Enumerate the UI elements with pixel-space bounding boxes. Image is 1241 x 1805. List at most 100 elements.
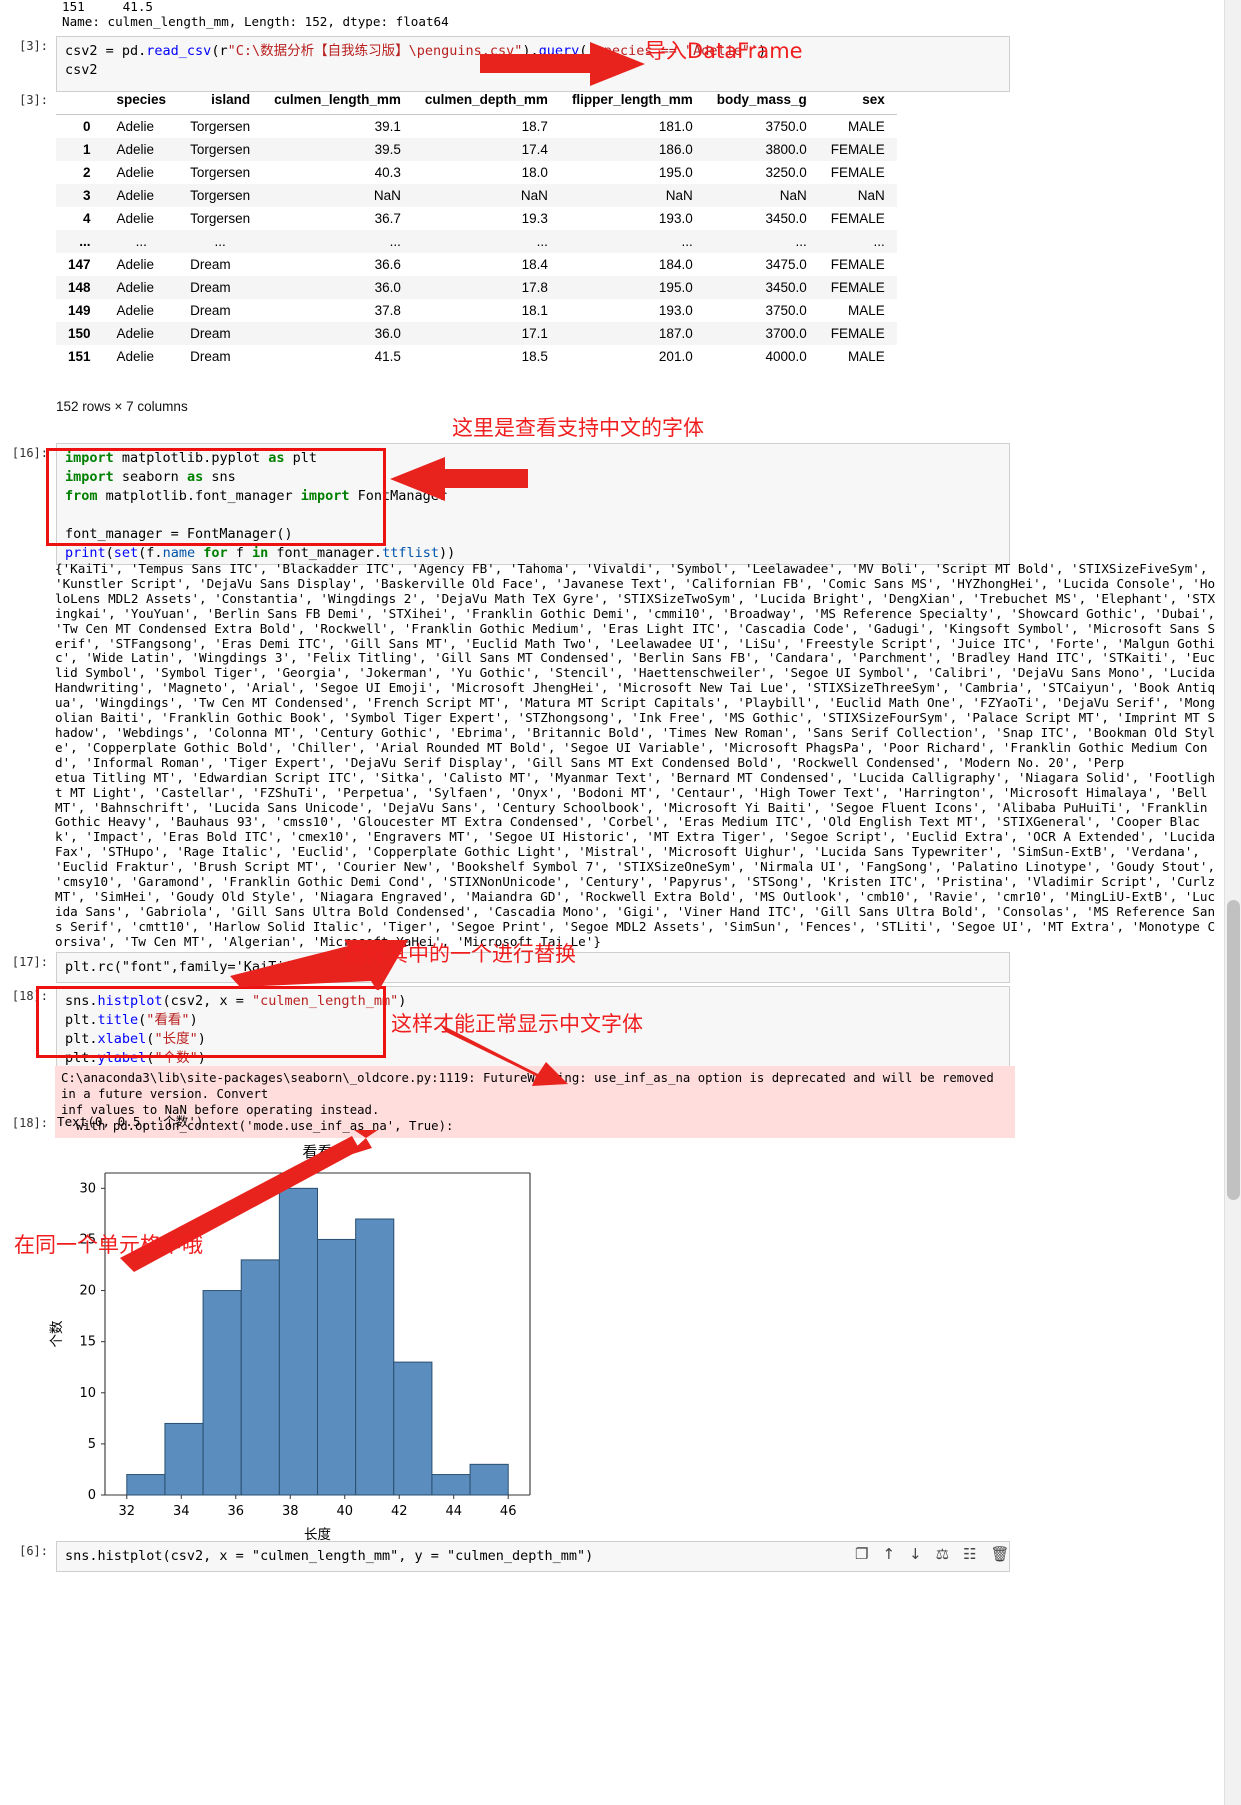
scrollbar-thumb[interactable]: [1227, 900, 1240, 1200]
cell-island: Dream: [190, 280, 231, 295]
cell-culmen_depth_mm: 17.1: [521, 326, 548, 341]
cell-sex: ...: [873, 234, 885, 249]
x-tick-label: 42: [391, 1504, 408, 1519]
cell-flipper_length_mm: 184.0: [658, 257, 693, 272]
copy-icon[interactable]: ❐: [855, 1545, 868, 1563]
cell-body_mass_g: 4000.0: [765, 349, 807, 364]
cell-culmen_depth_mm: 18.4: [521, 257, 548, 272]
table-row: 4 Adelie Torgersen 36.7 19.3 193.0 3450.0 FEMAL…: [56, 207, 897, 230]
cell-culmen_length_mm: 37.8: [374, 303, 401, 318]
row-index: 150: [68, 326, 91, 341]
cell-culmen_depth_mm: 17.8: [521, 280, 548, 295]
merge-icon[interactable]: ⚖: [936, 1545, 949, 1563]
histogram-bar: [126, 1474, 166, 1496]
cell-culmen_depth_mm: 18.5: [521, 349, 548, 364]
cell-culmen_length_mm: NaN: [373, 188, 401, 203]
cell-flipper_length_mm: NaN: [665, 188, 693, 203]
cell-island: Dream: [190, 326, 231, 341]
table-header-row: species island culmen_length_mm culmen_d…: [56, 88, 897, 115]
annotation-display-chinese: 这样才能正常显示中文字体: [391, 1012, 643, 1036]
cell-island: Torgersen: [190, 142, 251, 157]
move-up-icon[interactable]: ↑: [882, 1545, 895, 1563]
move-down-icon[interactable]: ↓: [909, 1545, 922, 1563]
annotation-view-fonts: 这里是查看支持中文的字体: [452, 416, 704, 440]
cell-flipper_length_mm: 181.0: [658, 119, 693, 134]
table-row: 1 Adelie Torgersen 39.5 17.4 186.0 3800.0 FEMAL…: [56, 138, 897, 161]
cell-species: Adelie: [116, 165, 155, 180]
cell-flipper_length_mm: 186.0: [658, 142, 693, 157]
table-row: ........................: [56, 230, 897, 253]
cell-island: Torgersen: [190, 211, 251, 226]
arrow-to-fontlist: [390, 457, 528, 501]
annotation-choose-one: 选择其中的一个进行替换: [345, 942, 576, 966]
table-row: 149 Adelie Dream 37.8 18.1 193.0 3750.0 MALE: [56, 299, 897, 322]
page-scrollbar[interactable]: [1224, 0, 1241, 1805]
highlight-box-cell-16: [46, 448, 386, 546]
cell-3-output-prompt: [3]:: [19, 93, 48, 107]
y-tick-label: 5: [88, 1437, 96, 1452]
split-icon[interactable]: ☷: [963, 1545, 976, 1563]
cell-island: Torgersen: [190, 188, 251, 203]
cell-body_mass_g: 3700.0: [765, 326, 807, 341]
y-tick-label: 20: [79, 1284, 96, 1299]
cell-culmen_length_mm: 40.3: [374, 165, 401, 180]
cell-flipper_length_mm: 193.0: [658, 303, 693, 318]
histogram-bar: [431, 1474, 471, 1496]
cell-species: Adelie: [116, 257, 155, 272]
cell-species: Adelie: [116, 349, 155, 364]
cell-body_mass_g: 3475.0: [765, 257, 807, 272]
dataframe-head: species island culmen_length_mm culmen_d…: [56, 88, 897, 115]
cell-body_mass_g: 3450.0: [765, 211, 807, 226]
row-index: 4: [83, 211, 91, 226]
cell-sex: MALE: [848, 303, 885, 318]
arrow-same-cell: [120, 1130, 378, 1272]
arrow-to-dataframe: [480, 42, 645, 86]
row-index: 2: [83, 165, 91, 180]
cell-sex: MALE: [848, 349, 885, 364]
cell-species: Adelie: [116, 303, 155, 318]
chart-ylabel: 个数: [49, 1320, 65, 1348]
delete-icon[interactable]: 🗑: [991, 1545, 1010, 1563]
cell-sex: FEMALE: [830, 211, 885, 226]
table-row: 148 Adelie Dream 36.0 17.8 195.0 3450.0 FEMALE: [56, 276, 897, 299]
table-row: 151 Adelie Dream 41.5 18.5 201.0 4000.0 MALE: [56, 345, 897, 368]
col-sex: sex: [818, 88, 897, 115]
histogram-bar: [469, 1463, 509, 1496]
cell-culmen_depth_mm: 19.3: [521, 211, 548, 226]
cell-culmen_length_mm: 36.0: [374, 326, 401, 341]
cell-island: Dream: [190, 257, 231, 272]
cell-culmen_depth_mm: 18.0: [521, 165, 548, 180]
cell-island: ...: [214, 234, 226, 249]
x-tick-label: 40: [336, 1504, 353, 1519]
cell-sex: FEMALE: [830, 165, 885, 180]
cell-sex: FEMALE: [830, 142, 885, 157]
cell-body_mass_g: 3250.0: [765, 165, 807, 180]
cell-body_mass_g: NaN: [779, 188, 807, 203]
cell-3-prompt: [3]:: [19, 39, 48, 53]
cell-island: Torgersen: [190, 119, 251, 134]
x-tick-label: 34: [173, 1504, 190, 1519]
cell-culmen_length_mm: 41.5: [374, 349, 401, 364]
row-index: 149: [68, 303, 91, 318]
y-tick-label: 10: [79, 1386, 96, 1401]
cell-island: Dream: [190, 303, 231, 318]
cell-body_mass_g: 3450.0: [765, 280, 807, 295]
code-frag: (r: [211, 43, 228, 59]
cell-toolbar[interactable]: ❐ ↑ ↓ ⚖ ☷ 🗑: [855, 1545, 1010, 1563]
cell-sex: MALE: [848, 119, 885, 134]
cell-body_mass_g: ...: [795, 234, 807, 249]
x-tick-label: 44: [445, 1504, 462, 1519]
annotation-same-cell: 在同一个单元格中哦: [14, 1233, 203, 1257]
row-index: 3: [83, 188, 91, 203]
code-string: "C:\数据分析【自我练习版】\penguins.csv": [227, 43, 523, 59]
cell-17-prompt: [17]:: [11, 955, 48, 969]
cell-sex: NaN: [857, 188, 885, 203]
notebook-canvas: 151 41.5 Name: culmen_length_mm, Length:…: [0, 0, 1215, 1805]
cell-culmen_depth_mm: 18.1: [521, 303, 548, 318]
cell-6-prompt: [6]:: [19, 1544, 48, 1558]
row-index: 0: [83, 119, 91, 134]
cell-body_mass_g: 3800.0: [765, 142, 807, 157]
table-row: 150 Adelie Dream 36.0 17.1 187.0 3700.0 FEMALE: [56, 322, 897, 345]
cell-sex: FEMALE: [830, 326, 885, 341]
index-header: [56, 88, 105, 115]
